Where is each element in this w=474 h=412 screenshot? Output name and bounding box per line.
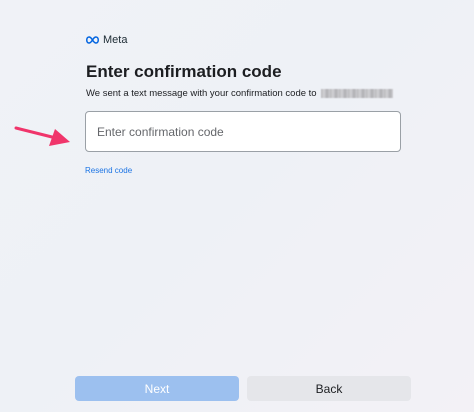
back-button[interactable]: Back xyxy=(247,376,411,401)
resend-code-link[interactable]: Resend code xyxy=(85,166,132,175)
meta-logo: Meta xyxy=(85,33,127,47)
page-title: Enter confirmation code xyxy=(86,62,282,81)
meta-infinity-icon xyxy=(86,36,99,44)
next-button[interactable]: Next xyxy=(75,376,239,401)
page-subtitle: We sent a text message with your confirm… xyxy=(86,88,393,99)
confirmation-code-input[interactable] xyxy=(85,111,401,152)
arrow-right-icon xyxy=(14,126,70,146)
redacted-phone-number xyxy=(320,89,393,98)
subtitle-text: We sent a text message with your confirm… xyxy=(86,88,317,99)
meta-logo-text: Meta xyxy=(103,34,128,46)
